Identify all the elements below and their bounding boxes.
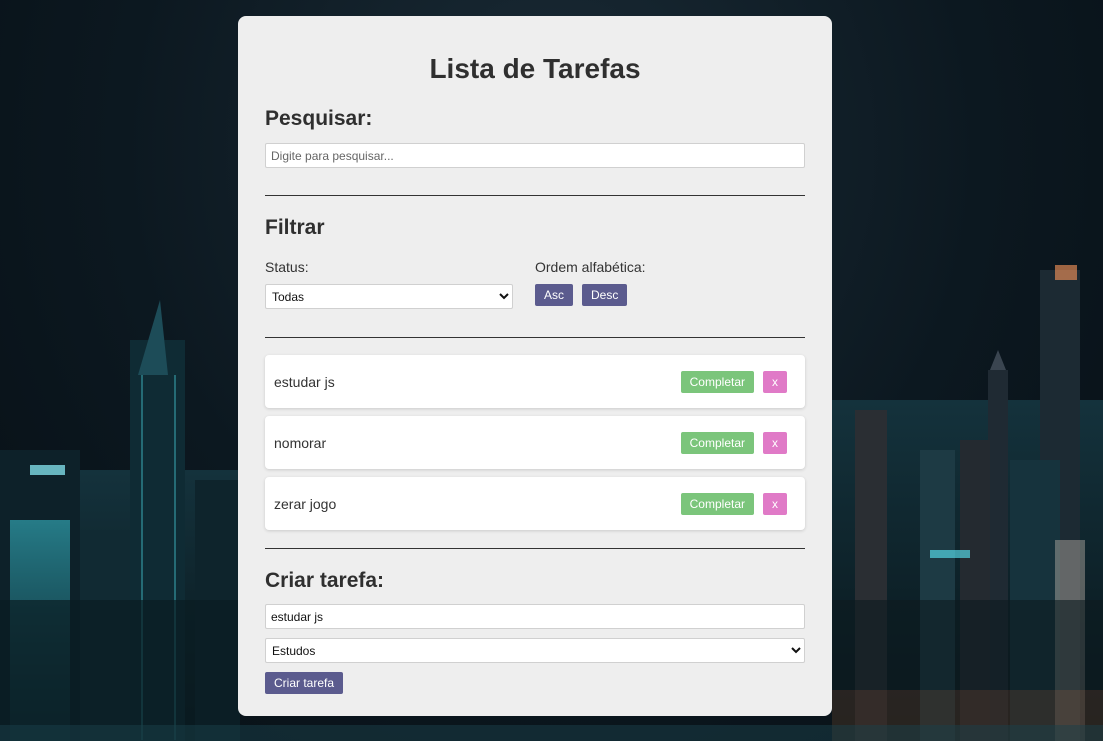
todo-text: zerar jogo bbox=[274, 495, 337, 512]
complete-button[interactable]: Completar bbox=[680, 492, 754, 515]
filter-heading: Filtrar bbox=[265, 216, 325, 239]
page-title: Lista de Tarefas bbox=[429, 53, 641, 84]
todo-list: estudar js Completar x nomorar Completar… bbox=[265, 355, 805, 530]
status-filter: Status: Todas bbox=[265, 259, 535, 309]
filter-row: Status: Todas Ordem alfabética: Asc Desc bbox=[265, 259, 805, 309]
search-input[interactable] bbox=[265, 143, 805, 168]
create-task-button[interactable]: Criar tarefa bbox=[265, 672, 344, 694]
status-select[interactable]: Todas bbox=[265, 284, 513, 309]
divider bbox=[265, 548, 805, 549]
category-select[interactable]: Estudos bbox=[265, 638, 805, 663]
complete-button[interactable]: Completar bbox=[680, 431, 754, 454]
new-task-input[interactable] bbox=[265, 604, 805, 629]
todo-item: estudar js Completar x bbox=[265, 355, 805, 408]
todo-item: nomorar Completar x bbox=[265, 416, 805, 469]
divider bbox=[265, 195, 805, 196]
todo-text: nomorar bbox=[274, 434, 327, 451]
complete-button[interactable]: Completar bbox=[680, 370, 754, 393]
status-label: Status: bbox=[265, 259, 309, 275]
divider bbox=[265, 337, 805, 338]
sort-asc-button[interactable]: Asc bbox=[535, 284, 574, 306]
remove-button[interactable]: x bbox=[763, 431, 787, 454]
todo-text: estudar js bbox=[274, 373, 335, 390]
todo-item: zerar jogo Completar x bbox=[265, 477, 805, 530]
sort-buttons: Asc Desc bbox=[535, 284, 805, 306]
order-label: Ordem alfabética: bbox=[535, 259, 646, 275]
todo-app-panel: Lista de Tarefas Pesquisar: Filtrar Stat… bbox=[238, 16, 832, 716]
create-heading: Criar tarefa: bbox=[265, 569, 385, 592]
search-heading: Pesquisar: bbox=[265, 107, 373, 130]
remove-button[interactable]: x bbox=[763, 492, 787, 515]
order-filter: Ordem alfabética: Asc Desc bbox=[535, 259, 805, 309]
remove-button[interactable]: x bbox=[763, 370, 787, 393]
sort-desc-button[interactable]: Desc bbox=[582, 284, 628, 306]
